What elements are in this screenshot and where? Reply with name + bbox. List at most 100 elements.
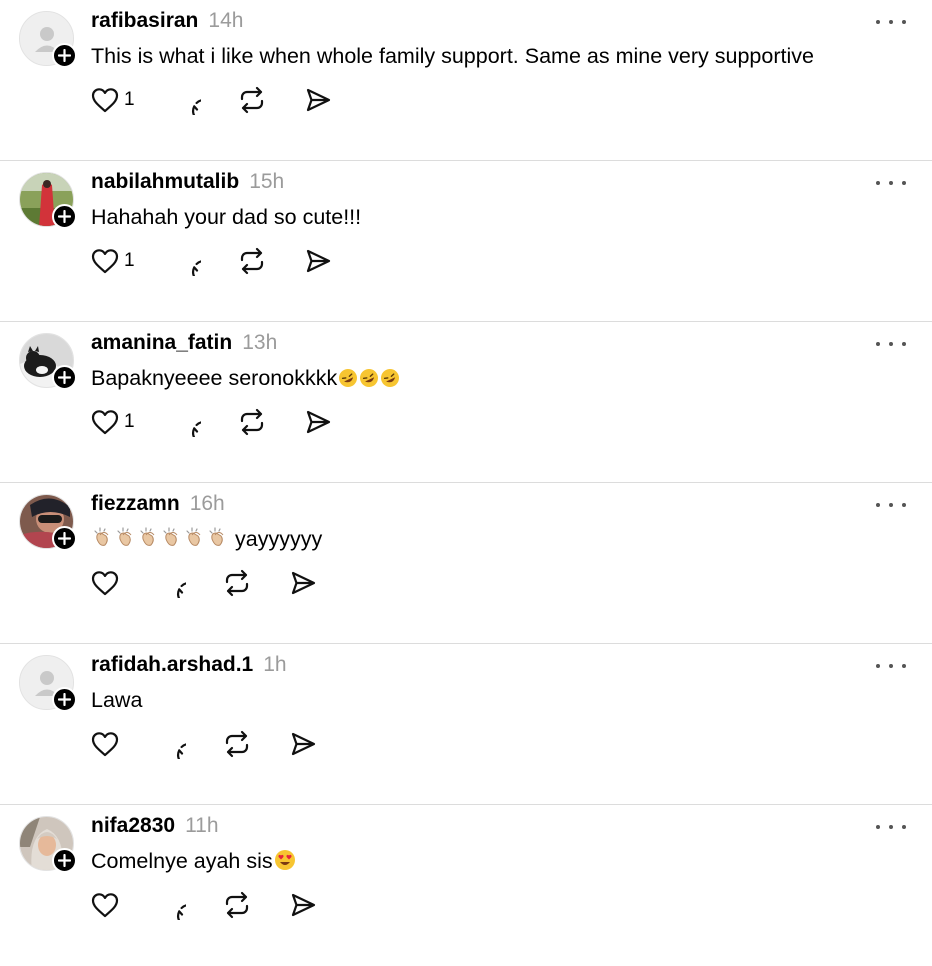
comment-text-body: Bapaknyeeee seronokkkk xyxy=(91,366,338,390)
share-button[interactable] xyxy=(303,404,333,440)
comment-text: Hahahah your dad so cute!!! xyxy=(91,205,362,229)
rolling-laughing-emoji xyxy=(337,366,400,390)
comment-post: rafidah.arshad.1 1h Lawa xyxy=(0,644,932,805)
clapping-emojis xyxy=(91,527,229,551)
share-button[interactable] xyxy=(288,887,318,923)
heart-icon xyxy=(91,410,119,435)
more-options-icon[interactable] xyxy=(876,656,906,676)
comment-text-body: Comelnye ayah sis xyxy=(91,849,273,873)
share-button[interactable] xyxy=(303,243,333,279)
username[interactable]: rafibasiran xyxy=(91,9,198,33)
reply-bubble-icon xyxy=(177,904,186,920)
heart-eyes-emoji-icon xyxy=(274,850,295,870)
username[interactable]: rafidah.arshad.1 xyxy=(91,653,253,677)
comment-text: Comelnye ayah sis xyxy=(91,849,296,874)
username[interactable]: nifa2830 xyxy=(91,814,175,838)
heart-icon xyxy=(91,732,119,757)
clapping-hands-icon xyxy=(163,527,178,546)
timestamp: 13h xyxy=(242,331,278,354)
username[interactable]: fiezzamn xyxy=(91,492,180,516)
reply-button[interactable] xyxy=(171,82,201,118)
like-count: 1 xyxy=(124,89,135,110)
action-bar xyxy=(90,565,354,601)
repost-icon xyxy=(225,569,249,597)
clapping-hands-icon xyxy=(117,527,132,546)
send-icon xyxy=(291,571,316,595)
send-icon xyxy=(306,249,330,273)
repost-button[interactable] xyxy=(222,887,252,923)
more-options-icon[interactable] xyxy=(876,173,906,193)
comment-text: Lawa xyxy=(91,688,143,712)
laughing-emoji-icon xyxy=(360,369,379,387)
repost-icon xyxy=(240,408,263,436)
clapping-hands-icon xyxy=(140,527,155,546)
like-button[interactable]: 1 xyxy=(90,243,135,279)
timestamp: 14h xyxy=(208,9,244,32)
repost-icon xyxy=(240,86,263,114)
action-bar xyxy=(90,726,354,762)
heart-icon xyxy=(91,571,119,596)
username[interactable]: amanina_fatin xyxy=(91,331,232,355)
like-button[interactable] xyxy=(90,565,120,601)
follow-button[interactable] xyxy=(52,848,77,873)
comment-text: Bapaknyeeee seronokkkk xyxy=(91,366,400,391)
action-bar: 1 xyxy=(90,404,369,440)
follow-button[interactable] xyxy=(52,687,77,712)
timestamp: 15h xyxy=(249,170,285,193)
plus-icon xyxy=(58,49,71,62)
clapping-hands-icon xyxy=(94,527,109,546)
plus-icon xyxy=(58,371,71,384)
send-icon xyxy=(306,410,330,434)
comment-text: This is what i like when whole family su… xyxy=(91,44,814,68)
comment-post: fiezzamn 16h yayyyyyy xyxy=(0,483,932,644)
laughing-emoji-icon xyxy=(381,369,400,387)
share-button[interactable] xyxy=(288,726,318,762)
timestamp: 11h xyxy=(185,814,219,837)
like-button[interactable]: 1 xyxy=(90,404,135,440)
follow-button[interactable] xyxy=(52,526,77,551)
comment-post: amanina_fatin 13h Bapaknyeeee seronokkkk… xyxy=(0,322,932,483)
reply-bubble-icon xyxy=(177,743,186,759)
reply-button[interactable] xyxy=(171,243,201,279)
more-options-icon[interactable] xyxy=(876,817,906,837)
action-bar xyxy=(90,887,354,923)
reply-button[interactable] xyxy=(156,887,186,923)
username[interactable]: nabilahmutalib xyxy=(91,170,239,194)
repost-button[interactable] xyxy=(237,404,267,440)
plus-icon xyxy=(58,854,71,867)
plus-icon xyxy=(58,532,71,545)
follow-button[interactable] xyxy=(52,365,77,390)
send-icon xyxy=(291,732,316,756)
repost-button[interactable] xyxy=(237,243,267,279)
action-bar: 1 xyxy=(90,243,369,279)
like-button[interactable] xyxy=(90,887,120,923)
follow-button[interactable] xyxy=(52,43,77,68)
plus-icon xyxy=(58,693,71,706)
reply-bubble-icon xyxy=(191,99,201,115)
send-icon xyxy=(306,88,330,112)
share-button[interactable] xyxy=(288,565,318,601)
repost-button[interactable] xyxy=(222,726,252,762)
reply-button[interactable] xyxy=(156,565,186,601)
more-options-icon[interactable] xyxy=(876,334,906,354)
more-options-icon[interactable] xyxy=(876,495,906,515)
heart-icon xyxy=(91,249,119,274)
repost-icon xyxy=(225,730,249,758)
reply-bubble-icon xyxy=(177,582,186,598)
more-options-icon[interactable] xyxy=(876,12,906,32)
comment-text: yayyyyyy xyxy=(91,527,322,552)
reply-button[interactable] xyxy=(171,404,201,440)
follow-button[interactable] xyxy=(52,204,77,229)
reply-bubble-icon xyxy=(191,421,201,437)
repost-button[interactable] xyxy=(222,565,252,601)
like-count: 1 xyxy=(124,411,135,432)
comment-feed: rafibasiran 14h This is what i like when… xyxy=(0,0,932,966)
like-count: 1 xyxy=(124,250,135,271)
like-button[interactable] xyxy=(90,726,120,762)
reply-button[interactable] xyxy=(156,726,186,762)
share-button[interactable] xyxy=(303,82,333,118)
like-button[interactable]: 1 xyxy=(90,82,135,118)
send-icon xyxy=(291,893,316,917)
heart-icon xyxy=(91,88,119,113)
repost-button[interactable] xyxy=(237,82,267,118)
